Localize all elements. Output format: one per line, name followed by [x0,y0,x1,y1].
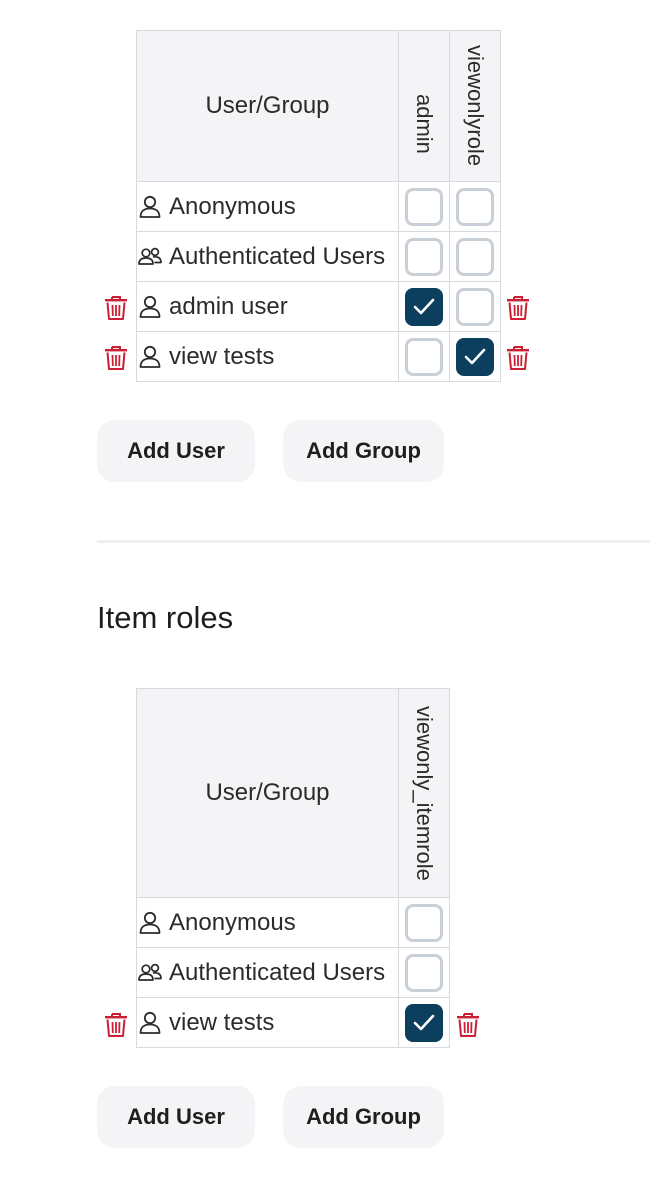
role-checkbox-anonymous-viewonly-itemrole[interactable] [405,903,443,942]
role-checkbox-authenticated-viewonlyrole[interactable] [456,237,494,276]
principal-cell: Authenticated Users [136,947,399,998]
principal-cell: view tests [136,997,399,1048]
table-row: Anonymous [136,897,450,948]
column-header-user-group: User/Group [136,30,399,182]
table-row: view tests [136,997,450,1048]
trash-icon[interactable] [104,344,128,370]
role-checkbox-admin-user-admin[interactable] [405,287,443,326]
table-row: Authenticated Users [136,947,450,998]
check-icon [464,348,486,364]
group-icon [138,963,162,981]
add-group-button[interactable]: Add Group [283,1086,444,1148]
collection-roles-table: User/Group admin viewonlyrole Anonymous [136,30,501,382]
role-checkbox-admin-user-viewonlyrole[interactable] [456,287,494,326]
table-row: view tests [136,331,501,382]
table-row: Anonymous [136,181,501,232]
group-icon [138,247,162,265]
item-roles-heading: Item roles [97,600,234,635]
add-user-button[interactable]: Add User [97,1086,255,1148]
principal-name: Anonymous [169,192,296,220]
trash-icon[interactable] [506,344,530,370]
principal-name: Authenticated Users [169,242,386,270]
principal-cell: Anonymous [136,181,399,232]
trash-icon[interactable] [456,1011,480,1037]
role-header-label: viewonly_itemrole [412,705,437,881]
user-icon [139,1011,161,1034]
role-checkbox-anonymous-viewonlyrole[interactable] [456,187,494,226]
principal-name: view tests [169,342,275,370]
add-user-button[interactable]: Add User [97,420,255,482]
principal-name: view tests [169,1008,275,1036]
principal-name: admin user [169,292,288,320]
item-roles-table: User/Group viewonly_itemrole Anonymous A… [136,688,450,1048]
user-icon [139,195,161,218]
role-checkbox-authenticated-admin[interactable] [405,237,443,276]
principal-cell: Anonymous [136,897,399,948]
table-row: Authenticated Users [136,231,501,282]
role-header-viewonly-itemrole: viewonly_itemrole [398,688,450,898]
section-divider [97,540,650,543]
role-checkbox-view-tests-viewonly-itemrole[interactable] [405,1003,443,1042]
role-checkbox-view-tests-viewonlyrole[interactable] [456,337,494,376]
role-checkbox-view-tests-admin[interactable] [405,337,443,376]
trash-icon[interactable] [104,294,128,320]
user-icon [139,345,161,368]
table-row: admin user [136,281,501,332]
role-checkbox-anonymous-admin[interactable] [405,187,443,226]
role-header-label: admin [412,94,437,154]
add-group-button[interactable]: Add Group [283,420,444,482]
role-checkbox-authenticated-viewonly-itemrole[interactable] [405,953,443,992]
role-header-label: viewonlyrole [463,45,488,167]
principal-name: Authenticated Users [169,958,386,986]
trash-icon[interactable] [506,294,530,320]
principal-cell: admin user [136,281,399,332]
principal-cell: Authenticated Users [136,231,399,282]
role-header-admin: admin [398,30,450,182]
principal-cell: view tests [136,331,399,382]
user-icon [139,295,161,318]
column-header-user-group: User/Group [136,688,399,898]
check-icon [413,1014,435,1030]
role-header-viewonlyrole: viewonlyrole [449,30,501,182]
user-icon [139,911,161,934]
principal-name: Anonymous [169,908,296,936]
trash-icon[interactable] [104,1011,128,1037]
check-icon [413,298,435,314]
